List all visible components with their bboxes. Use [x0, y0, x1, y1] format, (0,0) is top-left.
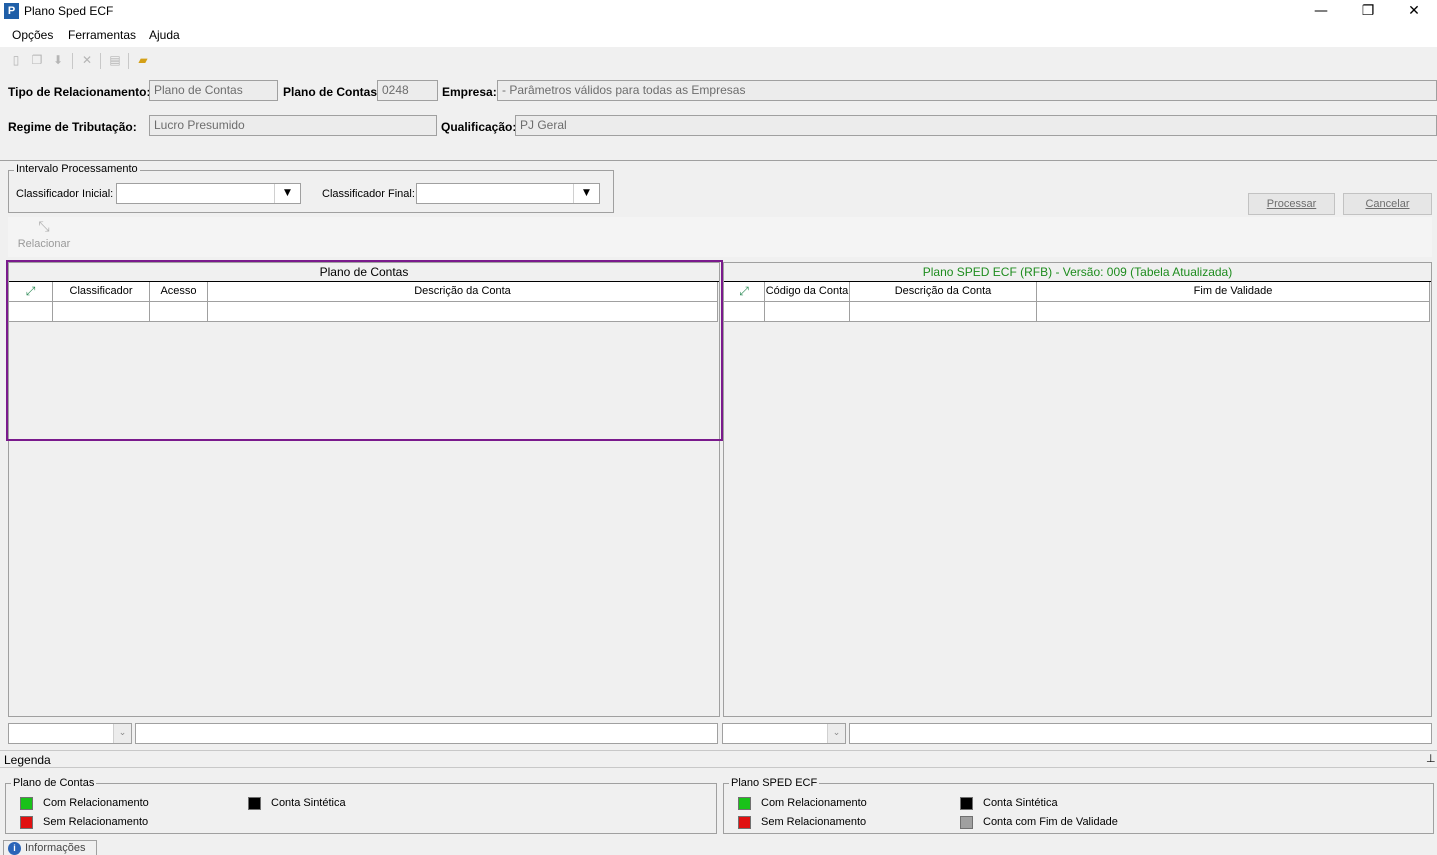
table-cell[interactable] — [765, 302, 850, 322]
table-cell[interactable] — [850, 302, 1037, 322]
legend-sem-relacionamento: Sem Relacionamento — [43, 816, 149, 828]
legend-sem-relacionamento: Sem Relacionamento — [761, 816, 867, 828]
toolbar-separator — [128, 53, 129, 69]
toolbar-separator — [100, 53, 101, 69]
legend-swatch-red — [738, 816, 751, 829]
info-icon: i — [8, 842, 21, 855]
legend-swatch-red — [20, 816, 33, 829]
close-button[interactable]: ✕ — [1391, 0, 1437, 24]
table-cell[interactable] — [1037, 302, 1430, 322]
legend-plano-contas-title: Plano de Contas — [11, 777, 97, 789]
grid-select-icon[interactable]: ⤢ — [724, 282, 765, 302]
col-fim-validade[interactable]: Fim de Validade — [1037, 282, 1430, 302]
legend-plano-sped-title: Plano SPED ECF — [729, 777, 820, 789]
plano-sped-grid: ⤢ Código da Conta Descrição da Conta Fim… — [724, 282, 1431, 324]
classificador-inicial-combo[interactable]: ▼ — [116, 183, 301, 204]
legend-conta-sintetica: Conta Sintética — [271, 797, 346, 809]
chevron-down-icon[interactable]: ⌄ — [113, 724, 131, 743]
copy-icon[interactable]: ❐ — [29, 52, 45, 68]
col-codigo-conta[interactable]: Código da Conta — [765, 282, 850, 302]
menu-opcoes[interactable]: Opções — [12, 28, 53, 42]
regime-tributacao-field[interactable]: Lucro Presumido — [149, 115, 437, 136]
plano-contas-field[interactable]: 0248 — [377, 80, 438, 101]
relacionar-icon: ⤡ — [38, 218, 50, 234]
window-title: Plano Sped ECF — [24, 4, 114, 18]
informacoes-label: Informações — [25, 842, 86, 854]
highlight-box — [6, 260, 723, 441]
plano-sped-panel — [723, 262, 1432, 717]
left-filter-combo[interactable]: ⌄ — [8, 723, 132, 744]
minimize-button[interactable]: — — [1298, 0, 1344, 24]
table-cell[interactable] — [724, 302, 765, 322]
relacionar-toolbar — [8, 217, 1432, 257]
cancelar-button[interactable]: Cancelar — [1343, 193, 1432, 215]
chevron-down-icon[interactable]: ⌄ — [827, 724, 845, 743]
tipo-relacionamento-field[interactable]: Plano de Contas — [149, 80, 278, 101]
legend-swatch-gray — [960, 816, 973, 829]
processar-button[interactable]: Processar — [1248, 193, 1335, 215]
plano-contas-label: Plano de Contas: — [283, 85, 382, 99]
classificador-final-label: Classificador Final: — [322, 188, 415, 200]
legend-conta-sintetica: Conta Sintética — [983, 797, 1058, 809]
tipo-relacionamento-label: Tipo de Relacionamento: — [8, 85, 151, 99]
legend-com-relacionamento: Com Relacionamento — [43, 797, 149, 809]
open-folder-icon[interactable]: ▰ — [135, 52, 151, 68]
print-icon[interactable]: ▤ — [107, 52, 123, 68]
legend-com-relacionamento: Com Relacionamento — [761, 797, 867, 809]
delete-icon[interactable]: ✕ — [79, 52, 95, 68]
empresa-label: Empresa: — [442, 85, 497, 99]
toolbar: ▯ ❐ ⬇ ✕ ▤ ▰ — [0, 49, 1437, 73]
menu-ajuda[interactable]: Ajuda — [149, 28, 180, 42]
qualificacao-label: Qualificação: — [441, 120, 517, 134]
chevron-down-icon[interactable]: ▼ — [573, 184, 599, 203]
legend-swatch-black — [960, 797, 973, 810]
relacionar-label: Relacionar — [17, 238, 71, 250]
informacoes-tab[interactable]: i Informações — [3, 840, 97, 855]
legend-swatch-green — [20, 797, 33, 810]
title-bar: P Plano Sped ECF — ❐ ✕ — [0, 0, 1437, 24]
col-descricao-conta[interactable]: Descrição da Conta — [850, 282, 1037, 302]
intervalo-processamento-title: Intervalo Processamento — [14, 163, 140, 175]
qualificacao-field[interactable]: PJ Geral — [515, 115, 1437, 136]
regime-tributacao-label: Regime de Tributação: — [8, 120, 137, 134]
header-divider — [0, 160, 1437, 161]
toolbar-separator — [72, 53, 73, 69]
plano-sped-grid-title: Plano SPED ECF (RFB) - Versão: 009 (Tabe… — [922, 265, 1233, 279]
right-filter-input[interactable] — [849, 723, 1432, 744]
pin-icon[interactable]: ⊥ — [1426, 752, 1436, 765]
app-icon: P — [4, 3, 19, 19]
legend-bar: Legenda ⊥ — [0, 750, 1437, 768]
legend-swatch-green — [738, 797, 751, 810]
relacionar-button[interactable]: ⤡ Relacionar — [10, 218, 78, 256]
classificador-final-combo[interactable]: ▼ — [416, 183, 600, 204]
legend-swatch-black — [248, 797, 261, 810]
empresa-field[interactable]: - Parâmetros válidos para todas as Empre… — [497, 80, 1437, 101]
restore-button[interactable]: ❐ — [1345, 0, 1391, 24]
right-filter-combo[interactable]: ⌄ — [722, 723, 846, 744]
classificador-inicial-label: Classificador Inicial: — [16, 188, 114, 200]
left-filter-input[interactable] — [135, 723, 718, 744]
chevron-down-icon[interactable]: ▼ — [274, 184, 300, 203]
menu-bar: Opções Ferramentas Ajuda — [0, 24, 1437, 47]
download-icon[interactable]: ⬇ — [50, 52, 66, 68]
new-doc-icon[interactable]: ▯ — [8, 52, 24, 68]
menu-ferramentas[interactable]: Ferramentas — [68, 28, 136, 42]
legend-conta-fim-validade: Conta com Fim de Validade — [983, 816, 1118, 828]
legend-title: Legenda — [4, 753, 51, 767]
